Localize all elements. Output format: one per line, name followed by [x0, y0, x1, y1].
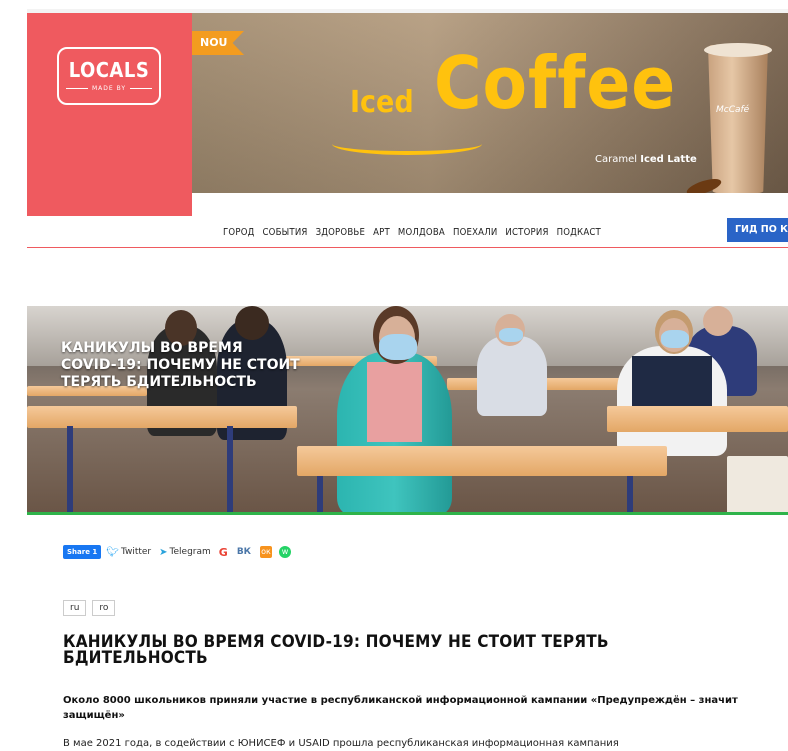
desk-leg — [317, 476, 323, 514]
ad-iced-latte-label: Iced Latte — [640, 154, 697, 165]
desk-leg — [227, 426, 233, 514]
article-lead: Около 8000 школьников приняли участие в … — [63, 695, 738, 721]
hero-underline — [27, 512, 788, 515]
telegram-icon: ➤ — [159, 546, 168, 558]
desk — [27, 406, 297, 428]
telegram-share-button[interactable]: ➤ Telegram — [159, 547, 211, 558]
logo-subtext: MADE BY — [59, 85, 159, 92]
main-nav: ГОРОД СОБЫТИЯ ЗДОРОВЬЕ АРТ МОЛДОВА ПОЕХА… — [223, 222, 609, 242]
student — [477, 336, 547, 416]
twitter-share-button[interactable]: 🐦︎ Twitter — [106, 547, 151, 558]
facebook-share-button[interactable]: Share 1 — [63, 545, 102, 559]
student-head — [703, 306, 733, 336]
ad-headline-coffee: Coffee — [434, 41, 677, 125]
article-body: В мае 2021 года, в содействии с ЮНИСЕФ и… — [63, 738, 619, 749]
nav-item-city[interactable]: ГОРОД — [223, 227, 255, 238]
telegram-label: Telegram — [169, 547, 211, 557]
hero-image[interactable]: КАНИКУЛЫ ВО ВРЕМЯ COVID-19: ПОЧЕМУ НЕ СТ… — [27, 306, 788, 514]
nav-divider — [27, 247, 788, 248]
lang-ro-button[interactable]: ro — [92, 600, 116, 616]
desk — [297, 446, 667, 476]
twitter-icon: 🐦︎ — [106, 546, 119, 558]
logo-badge: LOCALS MADE BY — [57, 47, 161, 105]
nav-item-art[interactable]: АРТ — [373, 227, 390, 238]
language-switcher: ru ro — [63, 600, 121, 616]
lang-ru-button[interactable]: ru — [63, 600, 87, 616]
nav-item-podcast[interactable]: ПОДКАСТ — [557, 227, 601, 238]
coffee-cup-lid — [704, 43, 772, 57]
odnoklassniki-share-icon[interactable]: ок — [260, 546, 273, 558]
logo-text: LOCALS — [68, 58, 150, 82]
twitter-label: Twitter — [120, 547, 152, 557]
student-shirt — [367, 362, 422, 442]
student-head — [235, 306, 269, 340]
ad-product-name: Caramel Iced Latte — [595, 154, 697, 165]
nav-item-travel[interactable]: ПОЕХАЛИ — [453, 227, 497, 238]
nav-item-events[interactable]: СОБЫТИЯ — [263, 227, 308, 238]
desk — [727, 456, 788, 514]
vk-share-icon[interactable]: ВК — [237, 547, 251, 557]
ad-swoosh — [332, 133, 482, 155]
desk — [607, 406, 788, 432]
nav-item-history[interactable]: ИСТОРИЯ — [505, 227, 548, 238]
desk-leg — [627, 476, 633, 514]
nav-item-health[interactable]: ЗДОРОВЬЕ — [316, 227, 366, 238]
nav-item-moldova[interactable]: МОЛДОВА — [398, 227, 445, 238]
whatsapp-share-icon[interactable]: w — [279, 546, 292, 558]
site-logo[interactable]: LOCALS MADE BY — [27, 13, 192, 216]
ad-banner[interactable]: NOU Coffee Iced Caramel Iced Latte McCaf… — [192, 13, 788, 193]
share-bar: Share 1 🐦︎ Twitter ➤ Telegram G ВК ок w — [63, 543, 292, 561]
face-mask — [661, 330, 689, 348]
ad-headline-iced: Iced — [350, 85, 414, 120]
desk-leg — [67, 426, 73, 514]
article-title: КАНИКУЛЫ ВО ВРЕМЯ COVID-19: ПОЧЕМУ НЕ СТ… — [63, 632, 609, 668]
face-mask — [499, 328, 523, 342]
ad-caramel-label: Caramel — [595, 154, 638, 165]
nav-guide-button[interactable]: ГИД ПО К — [727, 218, 788, 242]
hero-title[interactable]: КАНИКУЛЫ ВО ВРЕМЯ COVID-19: ПОЧЕМУ НЕ СТ… — [61, 340, 301, 391]
page: LOCALS MADE BY NOU Coffee Iced Caramel I… — [0, 0, 788, 749]
google-share-icon[interactable]: G — [219, 546, 228, 559]
coffee-cup-image — [708, 45, 768, 193]
face-mask — [379, 334, 417, 360]
cup-brand-logo: McCafé — [716, 105, 750, 115]
